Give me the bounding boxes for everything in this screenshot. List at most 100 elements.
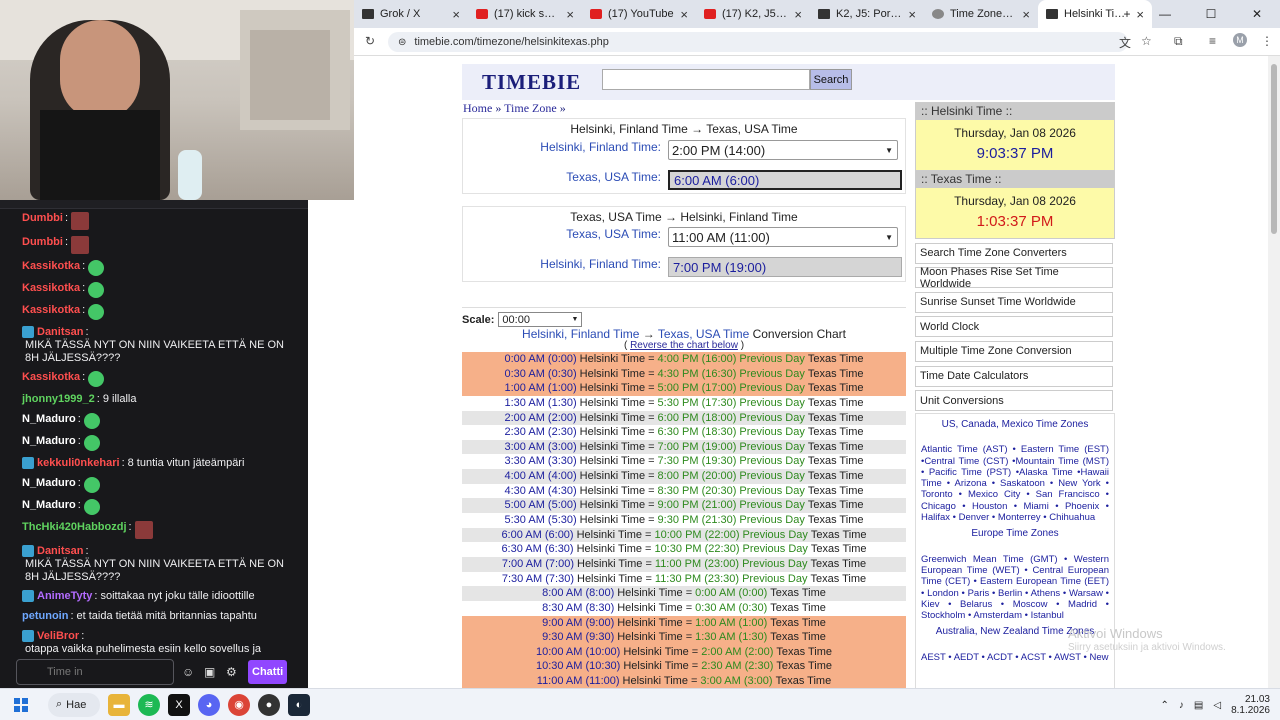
helsinki-time-output[interactable]: 7:00 PM (19:00): [668, 257, 902, 277]
page-scrollbar[interactable]: [1268, 56, 1280, 688]
taskbar-search[interactable]: ⌕ Hae: [48, 692, 100, 717]
scale-select[interactable]: 00:00 ▼: [498, 312, 583, 327]
chat-username[interactable]: AnimeTyty: [37, 590, 92, 603]
settings-gear-icon[interactable]: ⚙: [226, 665, 240, 679]
translate-icon[interactable]: 文: [1119, 34, 1131, 51]
close-icon[interactable]: ✕: [1234, 0, 1280, 28]
extensions-icon[interactable]: ⧉: [1174, 34, 1183, 49]
sub-badge-icon: [22, 630, 34, 642]
obs-icon[interactable]: ●: [258, 693, 280, 716]
chat-username[interactable]: Danitsan: [37, 545, 83, 558]
breadcrumb-home[interactable]: Home: [463, 101, 492, 115]
chat-username[interactable]: Dumbbi: [22, 236, 63, 249]
app-x-icon[interactable]: X: [168, 693, 190, 716]
sidebar-link[interactable]: Moon Phases Rise Set Time Worldwide: [915, 266, 1113, 290]
chat-username[interactable]: N_Maduro: [22, 477, 76, 490]
chat-username[interactable]: Kassikotka: [22, 282, 80, 295]
sidebar-link[interactable]: Search Time Zone Converters: [915, 242, 1113, 264]
emote-icon[interactable]: ☺: [182, 665, 196, 679]
taskbar-clock[interactable]: 21.03 8.1.2026: [1231, 694, 1270, 716]
row-end-text: Texas Time: [807, 396, 864, 409]
sidebar-link[interactable]: Multiple Time Zone Conversion: [915, 340, 1113, 362]
reading-list-icon[interactable]: ≡: [1209, 34, 1216, 48]
site-search-button[interactable]: Search: [810, 69, 852, 90]
zone-group-links[interactable]: Greenwich Mean Time (GMT) • Western Euro…: [921, 554, 1109, 622]
microphone-icon[interactable]: ♪: [1179, 700, 1184, 711]
sidebar-link[interactable]: World Clock: [915, 316, 1113, 338]
menu-kebab-icon[interactable]: ⋮: [1261, 34, 1273, 48]
zone-group-links[interactable]: Atlantic Time (AST) • Eastern Time (EST)…: [921, 444, 1109, 523]
breadcrumb-timezone[interactable]: Time Zone: [504, 101, 557, 115]
zone-group-links[interactable]: AEST • AEDT • ACDT • ACST • AWST • New: [921, 652, 1109, 663]
browser-tab[interactable]: (17) YouTube ×: [582, 0, 696, 28]
bookmark-star-icon[interactable]: ☆: [1141, 34, 1152, 48]
spotify-icon[interactable]: ≋: [138, 693, 160, 716]
zone-group-title[interactable]: US, Canada, Mexico Time Zones: [921, 419, 1109, 430]
sidebar-link[interactable]: Time Date Calculators: [915, 365, 1113, 387]
discord-icon[interactable]: ◕: [198, 693, 220, 716]
texas-time-select[interactable]: 11:00 AM (11:00) ▼: [668, 227, 898, 247]
table-row: 8:00 AM (8:00) Helsinki Time = 0:00 AM (0:…: [462, 586, 906, 601]
volume-icon[interactable]: ◁: [1213, 700, 1221, 711]
steam-icon[interactable]: ◐: [288, 693, 310, 716]
texas-time-cell: 1:00 AM (1:00): [695, 616, 768, 629]
site-search-input[interactable]: [602, 69, 810, 90]
helsinki-time-cell: 3:00 AM (3:00): [504, 440, 577, 453]
maximize-icon[interactable]: ☐: [1188, 0, 1234, 28]
reload-icon[interactable]: ↻: [365, 34, 375, 48]
minimize-icon[interactable]: —: [1142, 0, 1188, 28]
network-icon[interactable]: ▤: [1194, 700, 1203, 711]
url-field[interactable]: ⊜ timebie.com/timezone/helsinkitexas.php: [388, 32, 1128, 52]
zone-group-title[interactable]: Europe Time Zones: [921, 528, 1109, 539]
tab-title: (17) K2, J5: Porilain: [722, 8, 788, 20]
tab-close-icon[interactable]: ×: [680, 7, 688, 22]
tab-close-icon[interactable]: ×: [566, 7, 574, 22]
select-value: 2:00 PM (14:00): [672, 142, 766, 158]
chat-username[interactable]: N_Maduro: [22, 499, 76, 512]
chat-username[interactable]: Kassikotka: [22, 304, 80, 317]
windows-start-icon[interactable]: [14, 697, 28, 712]
table-row: 7:30 AM (7:30) Helsinki Time = 11:30 PM (2…: [462, 571, 906, 587]
texas-time-cell: 5:30 PM (17:30): [657, 396, 737, 409]
chevron-up-icon[interactable]: ⌃: [1161, 700, 1169, 711]
browser-tab[interactable]: (17) K2, J5: Porilain ×: [696, 0, 810, 28]
new-tab-plus-icon[interactable]: +: [1112, 0, 1142, 28]
chat-username[interactable]: N_Maduro: [22, 435, 76, 448]
chat-username[interactable]: Kassikotka: [22, 260, 80, 273]
chat-username[interactable]: Dumbbi: [22, 212, 63, 225]
browser-tab[interactable]: K2, J5: Porilainen u ×: [810, 0, 924, 28]
reverse-chart-link[interactable]: Reverse the chart below: [630, 340, 738, 351]
browser-tab[interactable]: (17) kick suomi - Yo ×: [468, 0, 582, 28]
chat-username[interactable]: Kassikotka: [22, 371, 80, 384]
tab-close-icon[interactable]: ×: [908, 7, 916, 22]
chat-username[interactable]: kekkuli0nkehari: [37, 457, 120, 470]
chat-send-button[interactable]: Chatti: [248, 659, 288, 684]
profile-avatar[interactable]: M: [1233, 33, 1247, 47]
sidebar-link[interactable]: Unit Conversions: [915, 390, 1113, 412]
chat-colon: :: [77, 413, 81, 425]
table-row: 1:00 AM (1:00) Helsinki Time = 5:00 PM (17…: [462, 381, 906, 396]
sidebar-link[interactable]: Sunrise Sunset Time Worldwide: [915, 291, 1113, 313]
gift-icon[interactable]: ▣: [204, 665, 218, 679]
previous-day-tag: Previous Day: [742, 572, 808, 585]
site-info-icon[interactable]: ⊜: [398, 37, 406, 48]
browser-tab[interactable]: Time Zones in Texas ×: [924, 0, 1038, 28]
chat-input[interactable]: Time in: [16, 658, 174, 685]
site-logo[interactable]: TIMEBIE: [482, 70, 581, 95]
chart-title-arrow: →: [642, 327, 655, 341]
chat-username[interactable]: jhonny1999_2: [22, 393, 95, 406]
chat-username[interactable]: N_Maduro: [22, 413, 76, 426]
chat-username[interactable]: Danitsan: [37, 326, 83, 339]
chat-username[interactable]: petunoin: [22, 610, 68, 623]
scrollbar-thumb[interactable]: [1271, 64, 1277, 234]
tab-close-icon[interactable]: ×: [794, 7, 802, 22]
file-explorer-icon[interactable]: ▬: [108, 693, 130, 716]
helsinki-time-select[interactable]: 2:00 PM (14:00) ▼: [668, 140, 898, 160]
chat-username[interactable]: ThcHki420Habbozdj: [22, 521, 127, 534]
chat-username[interactable]: VeliBror: [37, 630, 79, 643]
tab-close-icon[interactable]: ×: [1022, 7, 1030, 22]
chrome-icon[interactable]: ◉: [228, 693, 250, 716]
texas-time-output[interactable]: 6:00 AM (6:00): [668, 170, 902, 190]
browser-tab[interactable]: Grok / X ×: [354, 0, 468, 28]
tab-close-icon[interactable]: ×: [452, 7, 460, 22]
